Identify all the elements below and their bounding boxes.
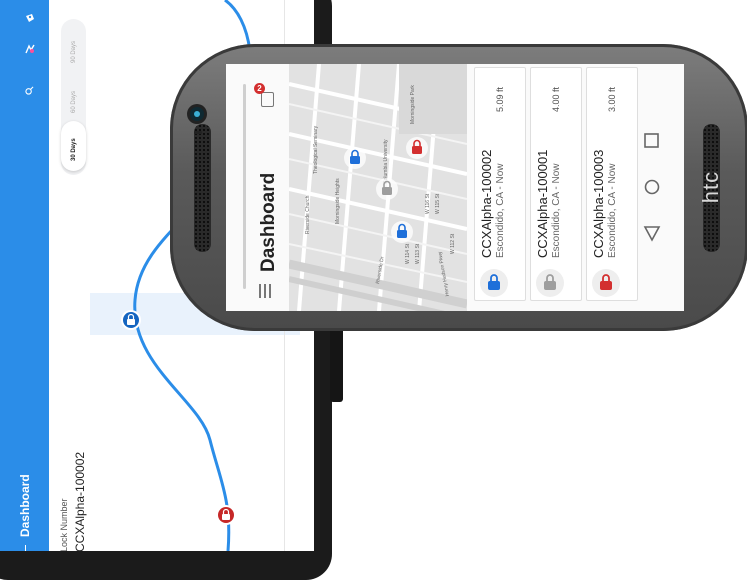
lock-marker-red[interactable] [216,505,236,525]
lock-id: CCXAlpha-100001 [535,149,550,258]
map-pin-blue-top[interactable] [344,147,366,169]
lock-distance: 5.09 ft [495,86,505,112]
map-label-riverside-church: Riverside Church [305,195,311,234]
lock-card-100001[interactable]: CCXAlpha-100001 Escondido, CA - Now 4.00… [530,67,582,301]
map-label-w113: W 113 St [415,243,421,264]
lock-icon-blue [480,269,508,297]
map-pin-red[interactable] [406,137,428,159]
map-view[interactable]: Riverside Church Theological Seminary Mo… [289,64,467,311]
lock-icon-red [592,269,620,297]
back-icon[interactable] [643,224,661,242]
lock-location: Escondido, CA - Now [495,163,506,259]
speaker-grille-left [194,124,211,252]
map-streets: Riverside Church Theological Seminary Mo… [289,64,467,311]
lock-card-100003[interactable]: CCXAlpha-100003 Escondido, CA - Now 3.00… [586,67,638,301]
map-label-w116: W 116 St [425,193,431,214]
map-label-columbia: Columbia University [383,139,389,184]
lock-card-100002[interactable]: CCXAlpha-100002 Escondido, CA - Now 5.09… [474,67,526,301]
map-label-morningside: Morningside Heights [335,178,341,224]
lock-id: CCXAlpha-100002 [479,149,494,258]
phone-page-title: Dashboard [258,172,279,272]
map-label-morningside-park: Morningside Park [410,85,416,124]
proximity-sensor [194,131,202,134]
front-camera [190,107,204,121]
lock-location: Escondido, CA - Now [551,163,562,259]
map-label-w114: W 114 St [405,243,411,264]
recent-apps-icon[interactable] [643,132,661,150]
notification-badge: 2 [254,83,265,94]
phone-device: htc Dashboard 2 Riverside Church Theolog… [170,44,747,331]
home-icon[interactable] [643,178,661,196]
notification-icon[interactable] [261,92,274,107]
lock-icon-grey [536,269,564,297]
lock-distance: 3.00 ft [607,86,617,112]
htc-logo: htc [698,170,723,204]
lock-id: CCXAlpha-100003 [591,149,606,258]
hamburger-menu-icon[interactable] [259,284,273,298]
map-label-w115: W 115 St [435,193,441,214]
lock-marker-blue[interactable] [121,310,141,330]
phone-screen: Dashboard 2 Riverside Church Theological… [226,64,684,311]
map-pin-blue-bottom[interactable] [391,221,413,243]
map-pin-grey[interactable] [376,178,398,200]
map-label-w112: W 112 St [450,233,456,254]
map-label-seminary: Theological Seminary [313,125,319,174]
lock-location: Escondido, CA - Now [607,163,618,259]
lock-distance: 4.00 ft [551,86,561,112]
search-bar[interactable] [243,84,246,289]
